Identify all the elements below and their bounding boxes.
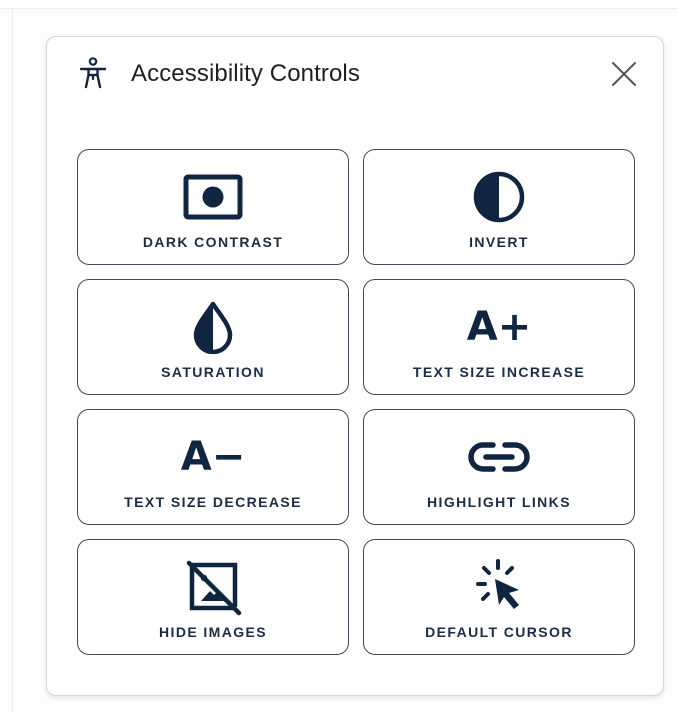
text-size-decrease-glyph: A− <box>180 434 246 480</box>
highlight-links-button[interactable]: HIGHLIGHT LINKS <box>363 409 635 525</box>
invert-button[interactable]: INVERT <box>363 149 635 265</box>
text-size-decrease-icon: A− <box>181 428 245 486</box>
page: Accessibility Controls DARK CONTRAST INV… <box>0 0 677 712</box>
tile-label: HIDE IMAGES <box>159 624 267 640</box>
link-icon <box>467 428 531 486</box>
panel-header: Accessibility Controls <box>47 37 663 113</box>
dark-contrast-button[interactable]: DARK CONTRAST <box>77 149 349 265</box>
tile-label: DEFAULT CURSOR <box>425 624 573 640</box>
hide-images-icon <box>181 558 245 616</box>
tile-label: SATURATION <box>161 364 265 380</box>
dark-contrast-icon <box>181 168 245 226</box>
accessibility-panel: Accessibility Controls DARK CONTRAST INV… <box>46 36 664 696</box>
tile-label: TEXT SIZE DECREASE <box>124 494 302 510</box>
invert-icon <box>467 168 531 226</box>
saturation-icon <box>181 298 245 356</box>
text-size-increase-glyph: A+ <box>466 304 532 350</box>
hide-images-button[interactable]: HIDE IMAGES <box>77 539 349 655</box>
cursor-icon <box>467 558 531 616</box>
text-size-increase-button[interactable]: A+ TEXT SIZE INCREASE <box>363 279 635 395</box>
default-cursor-button[interactable]: DEFAULT CURSOR <box>363 539 635 655</box>
saturation-button[interactable]: SATURATION <box>77 279 349 395</box>
close-button[interactable] <box>609 59 639 89</box>
close-icon <box>612 62 636 86</box>
tile-label: INVERT <box>469 234 529 250</box>
text-size-decrease-button[interactable]: A− TEXT SIZE DECREASE <box>77 409 349 525</box>
tile-label: DARK CONTRAST <box>142 234 284 250</box>
page-edge <box>12 8 13 712</box>
accessibility-person-icon <box>78 57 108 93</box>
tile-label: HIGHLIGHT LINKS <box>427 494 571 510</box>
tile-label: TEXT SIZE INCREASE <box>412 364 586 380</box>
panel-title: Accessibility Controls <box>131 60 360 87</box>
page-edge <box>0 8 677 9</box>
text-size-increase-icon: A+ <box>467 298 531 356</box>
controls-grid: DARK CONTRAST INVERT SATURATION A+ TEXT … <box>77 149 635 655</box>
